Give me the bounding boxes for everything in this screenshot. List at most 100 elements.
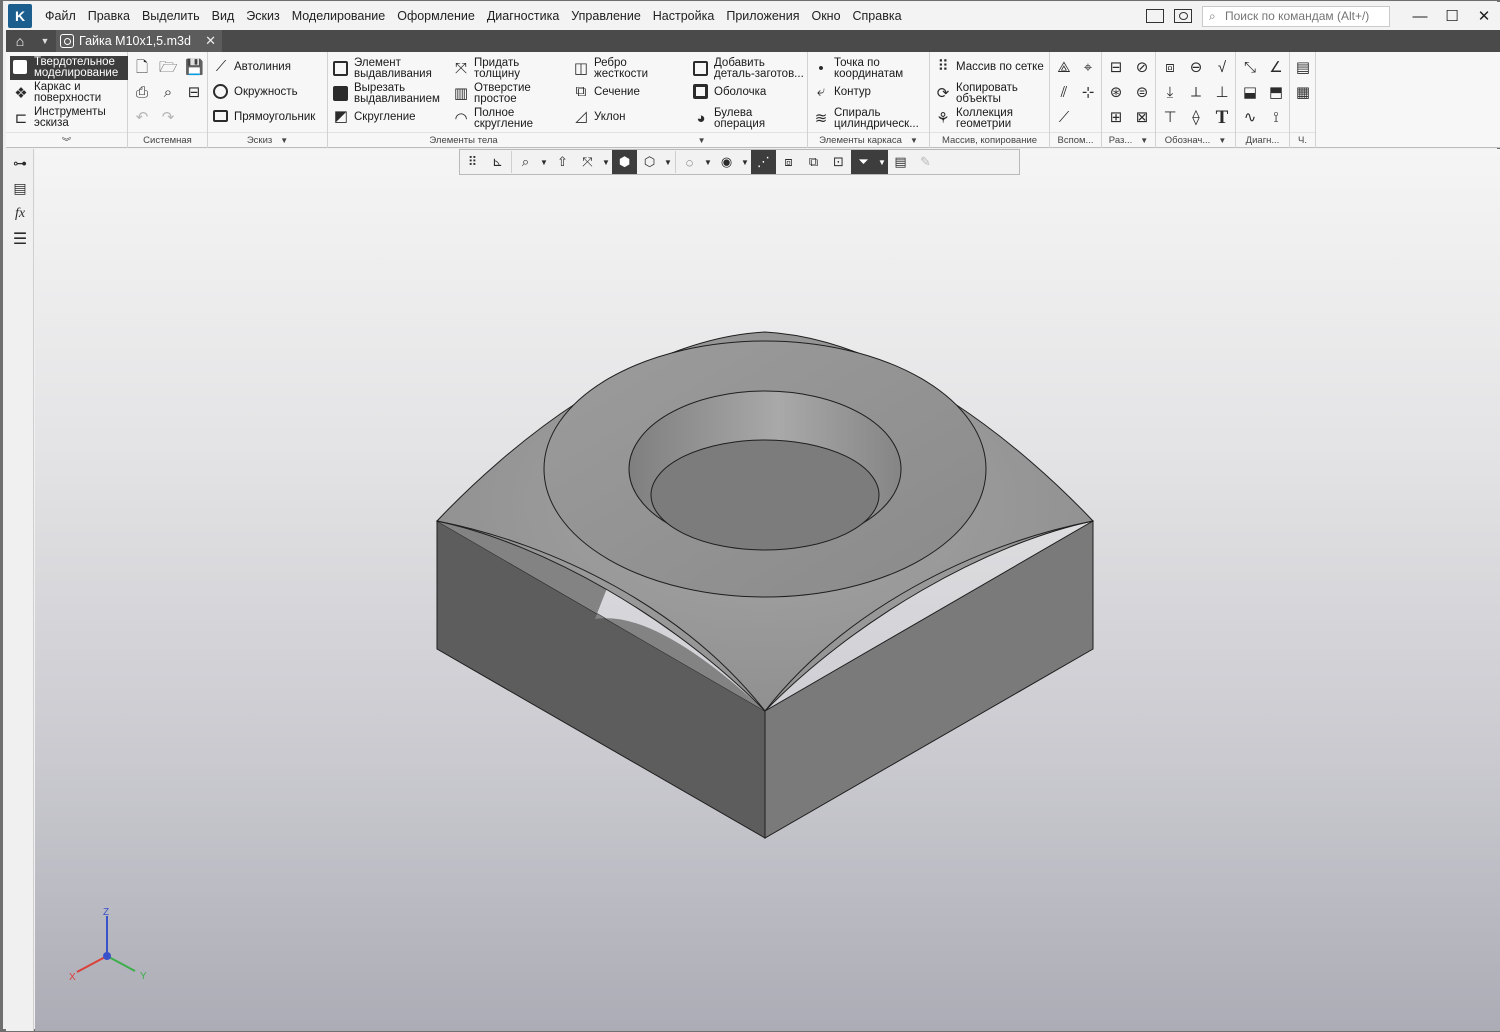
contour-button[interactable]: ⤶ Контур	[812, 83, 871, 101]
add-blank-button[interactable]: Добавить деталь-заготов...	[692, 57, 806, 80]
base-icon[interactable]: ⟂	[1186, 83, 1206, 103]
radius-dim-icon[interactable]: ⊜	[1132, 83, 1152, 103]
collapse-chevron-icon[interactable]: ︾	[6, 132, 127, 148]
angular-dim-icon[interactable]: ⊛	[1106, 83, 1126, 103]
simple-hole-button[interactable]: ▥ Отверстие простое	[452, 82, 544, 105]
variables-icon[interactable]: fx	[6, 201, 34, 226]
mark-icon[interactable]: ⟠	[1186, 108, 1206, 128]
copy-objects-button[interactable]: ⟳ Копировать объекты	[934, 82, 1036, 105]
tab-list-chevron-down-icon[interactable]: ▼	[34, 30, 56, 52]
tolerance-icon[interactable]: ⊥	[1212, 83, 1232, 103]
group-auxiliary: ⟁ ⌖ ⫽ ⊹ ⟋ Вспом...	[1050, 52, 1102, 148]
text-tool-icon[interactable]: T	[1212, 108, 1232, 128]
aux-cs-icon[interactable]: ⊹	[1078, 83, 1098, 103]
extrude-button[interactable]: Элемент выдавливания	[332, 57, 449, 80]
menu-drafting[interactable]: Оформление	[391, 2, 481, 30]
menu-help[interactable]: Справка	[847, 2, 908, 30]
redo-icon[interactable]: ↷	[158, 108, 178, 128]
menu-applications[interactable]: Приложения	[720, 2, 805, 30]
full-round-button[interactable]: ◠ Полное скругление	[452, 107, 544, 130]
leader-icon[interactable]: ⤓	[1160, 83, 1180, 103]
autoline-button[interactable]: ⟋ Автолиния	[212, 58, 291, 76]
check-geometry-icon[interactable]: ⟟	[1266, 108, 1286, 128]
drawing-icon[interactable]: ▤	[1293, 58, 1313, 78]
maximize-button[interactable]: ☐	[1436, 2, 1468, 30]
menu-select[interactable]: Выделить	[136, 2, 206, 30]
main-menu: Файл Правка Выделить Вид Эскиз Моделиров…	[39, 2, 908, 30]
thicken-button[interactable]: ⤧ Придать толщину	[452, 57, 536, 80]
menu-view[interactable]: Вид	[206, 2, 241, 30]
command-search-input[interactable]	[1225, 9, 1385, 23]
point-by-coords-button[interactable]: • Точка по координатам	[812, 57, 926, 80]
thread-icon[interactable]: ⧈	[1160, 58, 1180, 78]
rib-button[interactable]: ◫ Ребро жесткости	[572, 57, 654, 80]
linear-dim-icon[interactable]: ⊟	[1106, 58, 1126, 78]
menu-modeling[interactable]: Моделирование	[286, 2, 392, 30]
save-as-icon[interactable]: ⊟	[184, 83, 204, 103]
mass-props-icon[interactable]: ⬓	[1240, 83, 1260, 103]
print-icon[interactable]: ⎙	[132, 83, 152, 103]
diameter-dim-icon[interactable]: ⊘	[1132, 58, 1152, 78]
draft-button[interactable]: ◿ Уклон	[572, 108, 625, 126]
shell-icon	[692, 83, 710, 101]
cut-extrude-button[interactable]: Вырезать выдавливанием	[332, 82, 449, 105]
mode-surfaces[interactable]: ❖ Каркас и поверхности	[10, 81, 128, 105]
command-search[interactable]: ⌕	[1202, 5, 1390, 27]
home-icon[interactable]: ⌂	[6, 30, 34, 52]
aux-axis-icon[interactable]: ⌖	[1078, 58, 1098, 78]
helix-button[interactable]: ≋ Спираль цилиндрическ...	[812, 107, 926, 130]
chevron-down-icon[interactable]: ▼	[1218, 136, 1226, 145]
circle-button[interactable]: Окружность	[212, 83, 298, 101]
undo-icon[interactable]: ↶	[132, 108, 152, 128]
menu-diagnostics[interactable]: Диагностика	[481, 2, 565, 30]
aux-plane-icon[interactable]: ⟁	[1054, 58, 1074, 78]
minimize-button[interactable]: —	[1404, 2, 1436, 30]
menu-edit[interactable]: Правка	[82, 2, 136, 30]
chevron-down-icon[interactable]: ▼	[910, 136, 918, 145]
chevron-down-icon[interactable]: ▼	[1140, 136, 1148, 145]
collision-icon[interactable]: ⬒	[1266, 83, 1286, 103]
chevron-down-icon[interactable]: ▼	[698, 136, 706, 145]
layers-icon[interactable]: ☰	[6, 226, 34, 251]
rectangle-button[interactable]: Прямоугольник	[212, 108, 315, 126]
roughness-icon[interactable]: √	[1212, 58, 1232, 78]
3d-viewport[interactable]: ⠿ ⊾ ⌕ ▼ ⇧ ⤧ ▼ ⬢ ⬡ ▼ ◌ ▼ ◉ ▼ ⋰ ⧈ ⧉ ⊡ ⏷ ▼ …	[35, 149, 1500, 1031]
close-button[interactable]: ✕	[1468, 2, 1500, 30]
menu-file[interactable]: Файл	[39, 2, 82, 30]
menu-settings[interactable]: Настройка	[647, 2, 721, 30]
aux-offset-plane-icon[interactable]: ⫽	[1054, 83, 1074, 103]
chevron-down-icon[interactable]: ▼	[280, 136, 288, 145]
shell-button[interactable]: Оболочка	[692, 83, 766, 101]
curvature-icon[interactable]: ∿	[1240, 108, 1260, 128]
menu-management[interactable]: Управление	[565, 2, 647, 30]
arc-dim-icon[interactable]: ⊠	[1132, 108, 1152, 128]
document-tab[interactable]: Гайка М10х1,5.m3d ✕	[56, 30, 222, 52]
spec-icon[interactable]: ▦	[1293, 83, 1313, 103]
grid-array-button[interactable]: ⠿ Массив по сетке	[934, 58, 1044, 76]
geometry-collection-button[interactable]: ⚘ Коллекция геометрии	[934, 107, 1036, 130]
open-folder-icon[interactable]: 🗁	[158, 58, 178, 78]
panel-layout-icon[interactable]	[1146, 9, 1164, 23]
auto-dim-icon[interactable]: ⊞	[1106, 108, 1126, 128]
boolean-button[interactable]: ◕ Булева операция	[692, 107, 784, 130]
mode-solid-modeling[interactable]: Твердотельное моделирование	[10, 56, 128, 80]
save-icon[interactable]: 💾	[184, 58, 204, 78]
close-tab-icon[interactable]: ✕	[205, 33, 216, 49]
mode-sketch-tools[interactable]: ⊏ Инструменты эскиза	[10, 106, 128, 130]
fillet-button[interactable]: ◩ Скругление	[332, 108, 416, 126]
aux-line-icon[interactable]: ⟋	[1054, 108, 1074, 128]
measure-angle-icon[interactable]: ∠	[1266, 58, 1286, 78]
screen-capture-icon[interactable]	[1174, 9, 1192, 23]
menu-sketch[interactable]: Эскиз	[240, 2, 285, 30]
new-file-icon[interactable]: 🗋	[132, 58, 152, 78]
position-icon[interactable]: ⊤	[1160, 108, 1180, 128]
measure-distance-icon[interactable]: ⤡	[1240, 58, 1260, 78]
menu-window[interactable]: Окно	[805, 2, 846, 30]
tree-icon[interactable]: ⊶	[6, 151, 34, 176]
preview-icon[interactable]: ⌕	[158, 83, 178, 103]
section-button[interactable]: ⧉ Сечение	[572, 83, 640, 101]
kompas-logo-icon[interactable]: K	[8, 4, 32, 28]
properties-icon[interactable]: ▤	[6, 176, 34, 201]
square-nut-model[interactable]	[35, 149, 1500, 1031]
axis-line-icon[interactable]: ⊖	[1186, 58, 1206, 78]
